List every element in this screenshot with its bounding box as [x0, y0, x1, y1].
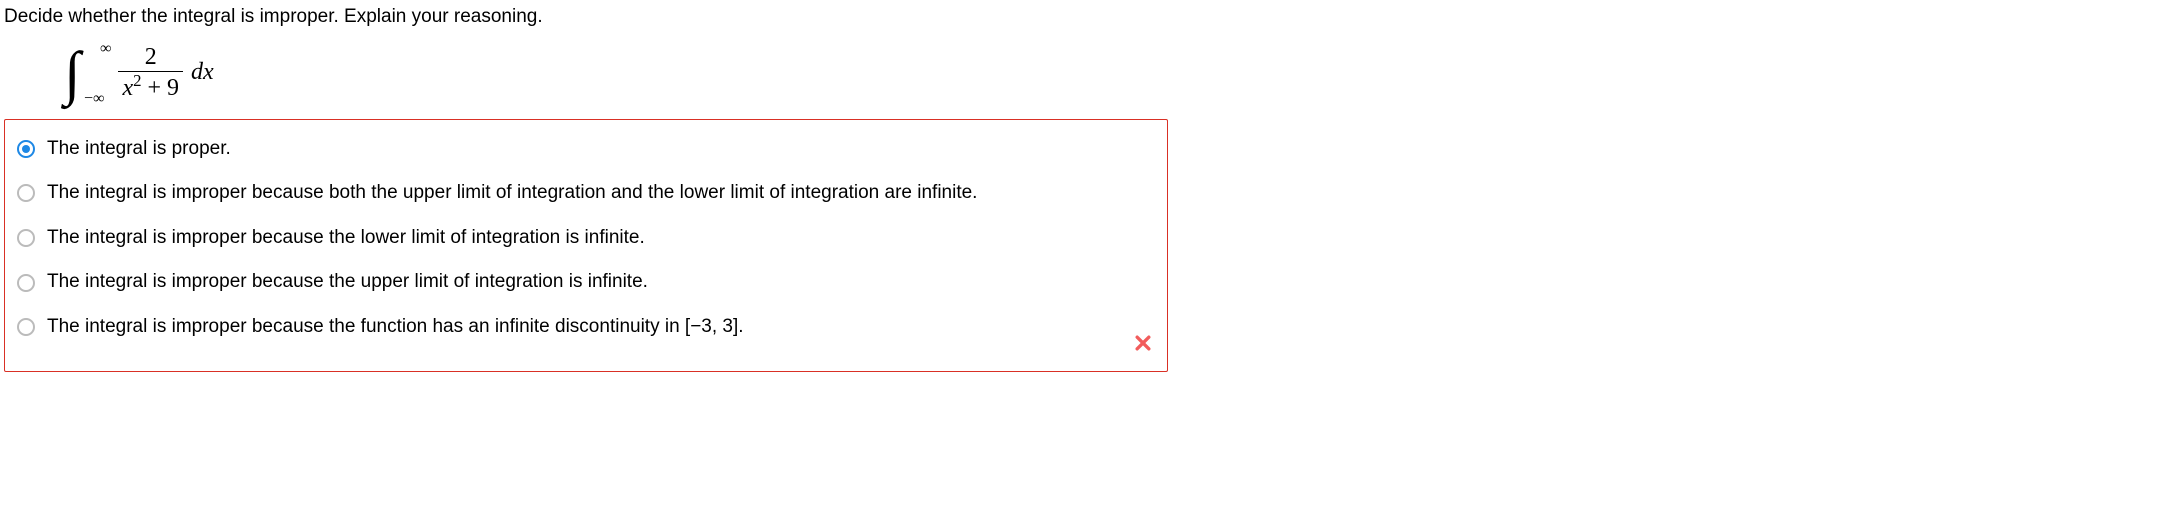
radio-button[interactable] [17, 184, 35, 202]
lower-limit: −∞ [84, 91, 104, 107]
integral-expression: ∫ ∞ −∞ 2 x2 + 9 dx [64, 43, 2170, 103]
option-label: The integral is proper. [47, 136, 231, 163]
denominator: x2 + 9 [118, 71, 183, 101]
question-prompt: Decide whether the integral is improper.… [4, 4, 2170, 31]
option-5[interactable]: The integral is improper because the fun… [17, 314, 1155, 341]
fraction: 2 x2 + 9 [118, 44, 183, 101]
option-label: The integral is improper because the fun… [47, 314, 744, 341]
radio-button[interactable] [17, 274, 35, 292]
radio-button[interactable] [17, 140, 35, 158]
option-label: The integral is improper because the upp… [47, 269, 648, 296]
differential: dx [191, 59, 214, 86]
option-2[interactable]: The integral is improper because both th… [17, 180, 1155, 207]
radio-button[interactable] [17, 229, 35, 247]
option-1[interactable]: The integral is proper. [17, 136, 1155, 163]
incorrect-icon [1133, 333, 1153, 359]
den-var: x [122, 75, 133, 101]
den-rest: + 9 [141, 75, 179, 101]
radio-button[interactable] [17, 318, 35, 336]
option-label: The integral is improper because the low… [47, 225, 645, 252]
answer-options-box: The integral is proper. The integral is … [4, 119, 1168, 372]
integral-symbol: ∫ ∞ −∞ [64, 43, 80, 103]
upper-limit: ∞ [100, 41, 111, 57]
option-label: The integral is improper because both th… [47, 180, 977, 207]
option-3[interactable]: The integral is improper because the low… [17, 225, 1155, 252]
option-4[interactable]: The integral is improper because the upp… [17, 269, 1155, 296]
numerator: 2 [141, 44, 161, 70]
